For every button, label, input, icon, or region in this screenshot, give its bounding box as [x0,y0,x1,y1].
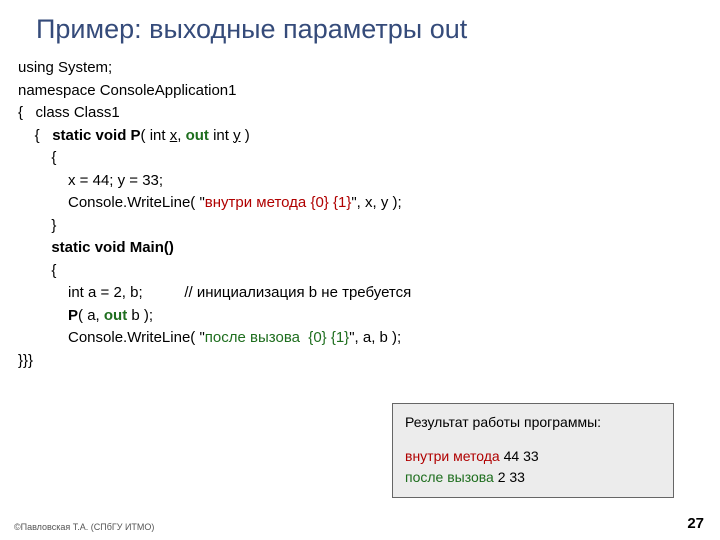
result-line: внутри метода 44 33 [405,446,663,466]
result-line: после вызова 2 33 [405,467,663,487]
out-keyword: out [104,307,127,324]
string-literal: внутри метода {0} {1} [205,194,352,211]
code-line: { class Class1 [18,102,702,125]
code-line: { static void P( int x, out int y ) [18,125,702,148]
code-line: using System; [18,57,702,80]
footer-text: ©Павловская Т.А. (СПбГУ ИТМО) [14,522,154,532]
code-line: Console.WriteLine( "после вызова {0} {1}… [18,327,702,350]
slide: Пример: выходные параметры out using Sys… [0,0,720,540]
page-number: 27 [687,515,704,532]
out-keyword: out [186,127,209,144]
result-box: Результат работы программы: внутри метод… [392,403,674,498]
string-literal: после вызова {0} {1} [205,329,349,346]
result-title: Результат работы программы: [405,412,663,432]
code-block: using System; namespace ConsoleApplicati… [0,53,720,372]
code-line: Console.WriteLine( "внутри метода {0} {1… [18,192,702,215]
code-line: namespace ConsoleApplication1 [18,80,702,103]
code-line: } [18,215,702,238]
code-line: int a = 2, b; // инициализация b не треб… [18,282,702,305]
code-line: { [18,260,702,283]
code-line: P( a, out b ); [18,305,702,328]
code-line: static void Main() [18,237,702,260]
code-line: }}} [18,350,702,373]
code-line: { [18,147,702,170]
slide-title: Пример: выходные параметры out [0,0,720,53]
code-line: x = 44; y = 33; [18,170,702,193]
